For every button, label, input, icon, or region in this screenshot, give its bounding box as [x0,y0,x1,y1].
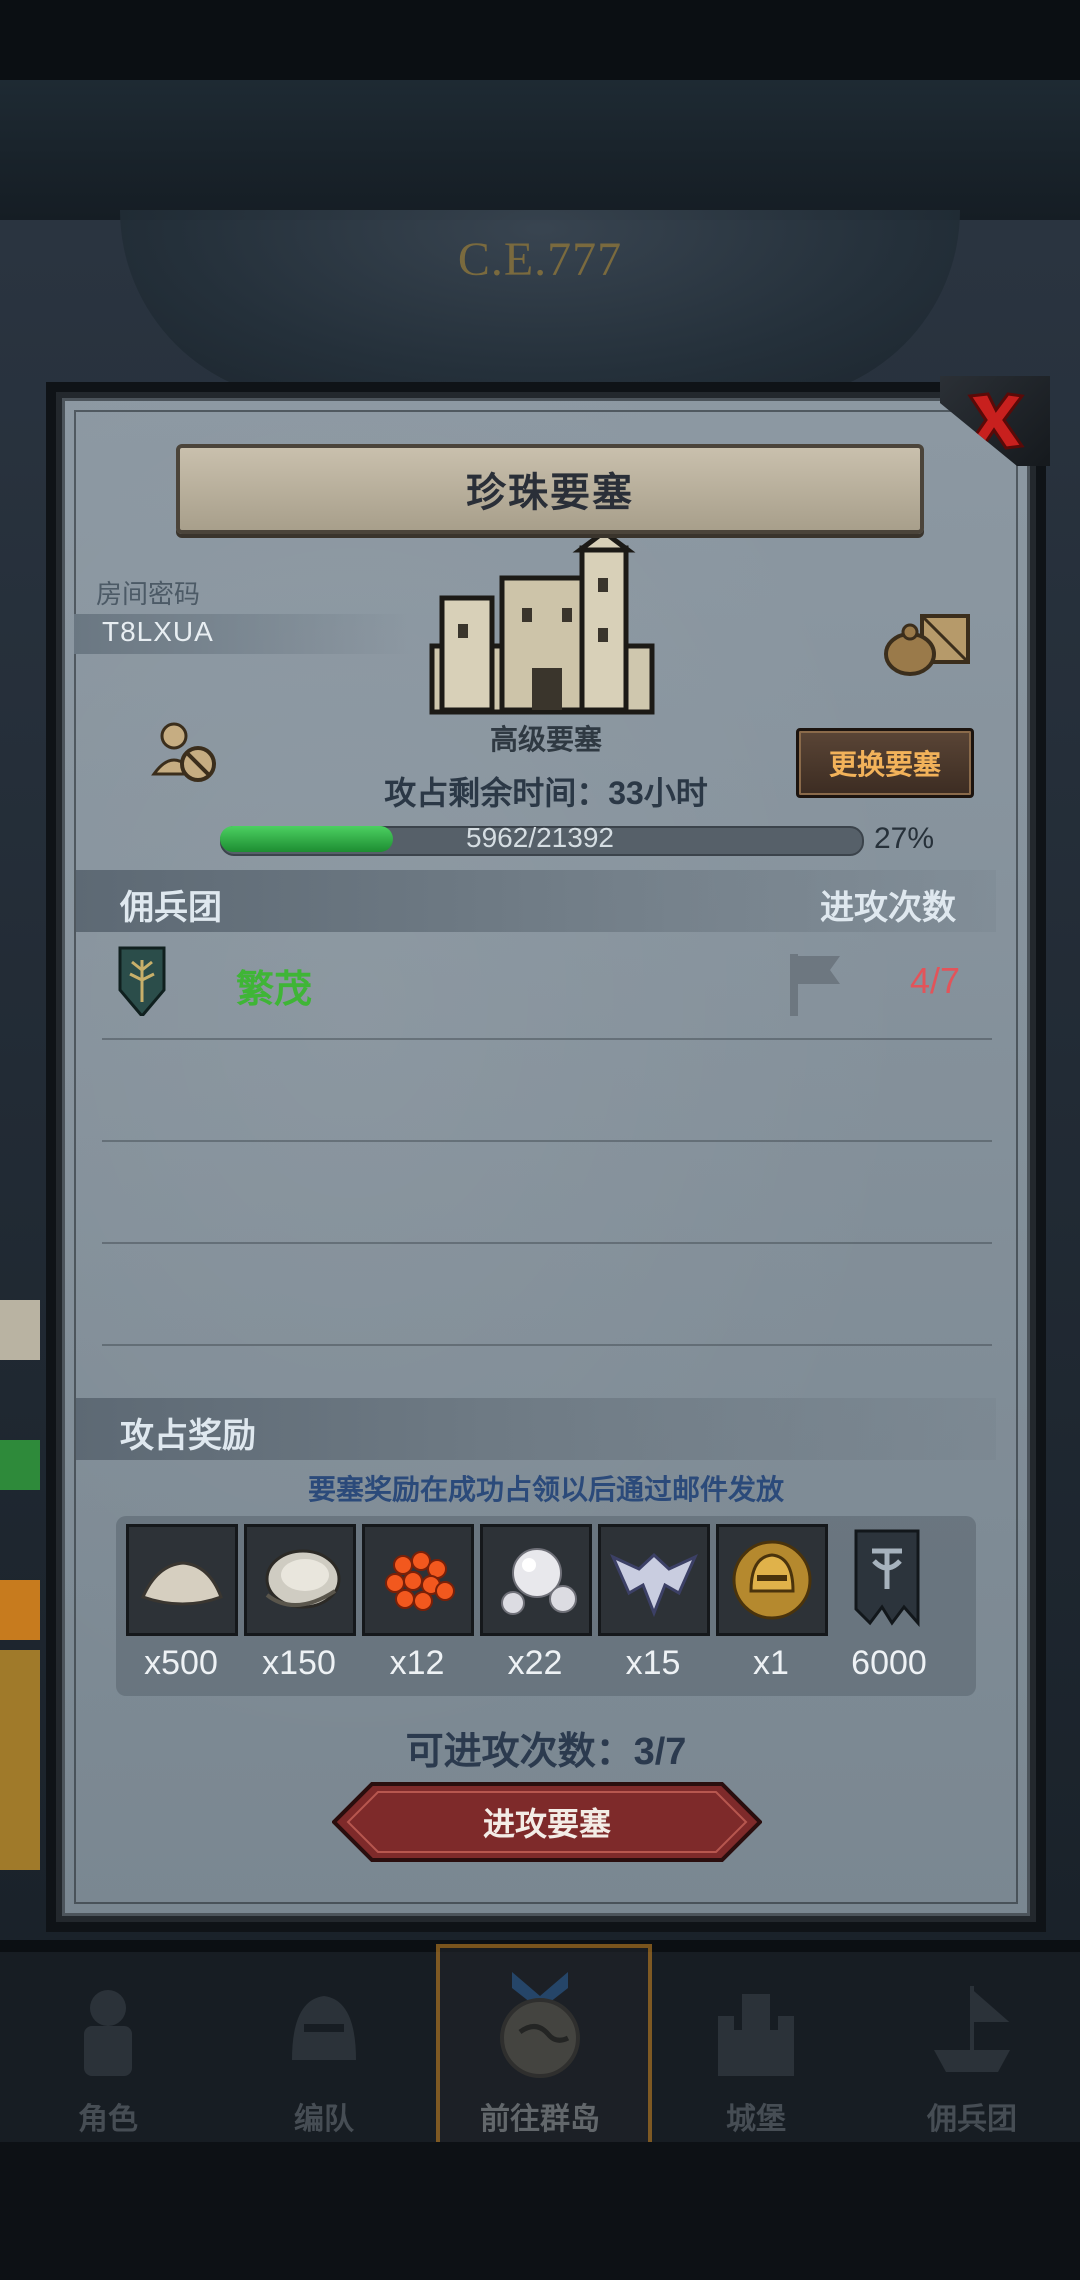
progress-text: 5962/21392 [466,822,614,853]
nav-label: 城堡 [726,2103,786,2136]
helmet-icon [292,1996,356,2060]
mercenary-section-title: 佣兵团 [120,889,222,927]
reward-item[interactable]: x500 [126,1524,238,1714]
reward-frame [834,1524,940,1630]
title-banner: 珍珠要塞 [176,444,924,534]
attack-fortress-label: 进攻要塞 [482,1806,611,1842]
close-icon [965,392,1025,450]
reward-quantity: x1 [753,1644,789,1682]
reward-frame [480,1524,592,1636]
reward-section-header: 攻占奖励 [76,1398,996,1460]
row-divider [102,1242,992,1244]
row-divider [102,1140,992,1142]
golden-helmet-icon [732,1540,812,1620]
pearl-icon [501,1548,577,1615]
reward-quantity: 6000 [851,1644,927,1682]
side-stub [0,1580,40,1640]
nav-item-formation[interactable]: 编队 [216,1952,432,2142]
room-code-label: 房间密码 [96,579,201,609]
reward-quantity: x500 [144,1644,218,1682]
nav-label: 前往群岛 [480,2103,600,2136]
year-label: C.E.777 [457,233,623,286]
reward-quantity: x22 [507,1644,563,1682]
reward-frame [598,1524,710,1636]
reward-item[interactable]: x150 [244,1524,356,1714]
reward-item[interactable]: x15 [598,1524,710,1714]
reward-item[interactable]: 6000 [834,1524,944,1714]
reward-item[interactable]: x22 [480,1524,592,1714]
nav-label: 角色 [78,2103,138,2136]
available-attack-count: 可进攻次数：3/7 [405,1731,687,1773]
mercenary-name: 繁茂 [236,969,313,1011]
side-stub [0,1300,40,1360]
reward-quantity: x15 [625,1644,681,1682]
progress-percent: 27% [874,822,935,855]
nav-label: 编队 [294,2103,354,2136]
bottom-navigation: 角色 编队 前往群岛 城堡 佣兵团 [0,1944,1080,2148]
globe-icon [500,1972,580,2078]
capture-progress-bar: 5962/21392 [220,822,864,856]
nav-item-mercenary[interactable]: 佣兵团 [864,1952,1080,2142]
supply-bag-icon[interactable] [882,606,972,676]
knight-icon [84,1990,132,2076]
flag-icon [790,954,840,1016]
attack-fortress-button[interactable]: 进攻要塞 [332,1782,762,1862]
sand-pile-icon [140,1561,223,1606]
reward-frame [244,1524,356,1636]
reward-frame [716,1524,828,1636]
row-divider [102,1038,992,1040]
fortress-dialog: 珍珠要塞 房间密码 T8LXUA 高级要塞 更换要塞 攻占剩余时间：33小时 5… [56,376,1050,1922]
winged-emblem-icon [610,1552,698,1618]
nav-label: 佣兵团 [927,2103,1017,2136]
close-button[interactable] [940,376,1050,466]
remaining-time: 攻占剩余时间：33小时 [384,775,708,811]
fish-roe-icon [385,1551,455,1611]
nav-item-islands[interactable]: 前往群岛 [432,1944,652,2148]
oyster-icon [265,1549,341,1609]
attack-count-header: 进攻次数 [820,889,956,927]
bottom-area [0,2142,1080,2280]
castle-icon [429,538,655,715]
guild-shield-icon [118,946,166,1016]
mercenary-section-header: 佣兵团 进攻次数 [76,870,996,932]
reward-quantity: x12 [389,1644,445,1682]
side-stub [0,1650,40,1870]
reward-item[interactable]: x12 [362,1524,474,1714]
nav-item-castle[interactable]: 城堡 [648,1952,864,2142]
dialog-title: 珍珠要塞 [466,471,634,515]
reward-note: 要塞奖励在成功占领以后通过邮件发放 [307,1474,784,1505]
reward-item[interactable]: x1 [716,1524,828,1714]
side-stub [0,1440,40,1490]
row-divider [102,1344,992,1346]
reward-quantity: x150 [262,1644,336,1682]
banner-icon [854,1529,920,1627]
mercenary-ship-icon [934,1986,1010,2072]
mercenary-attack-count: 4/7 [910,960,961,1001]
reward-frame [362,1524,474,1636]
top-bar-background [0,80,1080,220]
castle-nav-icon [718,1994,794,2076]
reward-section-title: 攻占奖励 [120,1417,256,1455]
room-code[interactable]: T8LXUA [102,616,214,648]
reward-frame [126,1524,238,1636]
nav-item-character[interactable]: 角色 [0,1952,216,2142]
